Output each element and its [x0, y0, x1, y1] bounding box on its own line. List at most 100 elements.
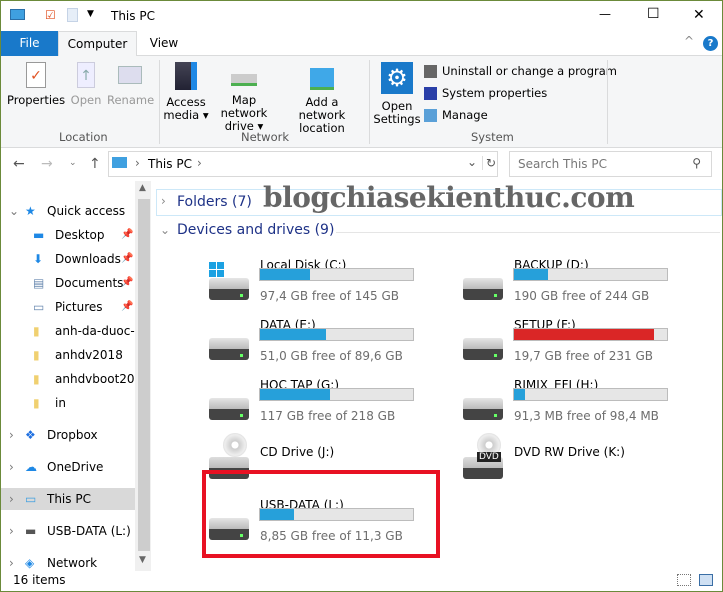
- drive-tile[interactable]: HOC TAP (G:) 117 GB free of 218 GB: [205, 378, 455, 434]
- drive-tile[interactable]: DVD DVD RW Drive (K:): [459, 433, 709, 501]
- add-network-location-button[interactable]: Add a network location: [281, 62, 363, 135]
- drive-usage-bar: [513, 268, 668, 281]
- drive-tile[interactable]: Local Disk (C:) 97,4 GB free of 145 GB: [205, 258, 455, 314]
- collapse-ribbon-icon[interactable]: ^: [684, 34, 694, 48]
- drive-usage-bar: [513, 328, 668, 341]
- expand-chevron-icon[interactable]: ›: [9, 424, 14, 446]
- search-icon: ⚲: [692, 156, 701, 170]
- scroll-down-icon[interactable]: ▼: [139, 555, 146, 565]
- chevron-down-icon: ⌄: [160, 223, 171, 237]
- uninstall-program-button[interactable]: Uninstall or change a program: [424, 64, 617, 78]
- large-icons-view-icon[interactable]: [699, 574, 713, 586]
- access-media-button[interactable]: Access media ▾: [163, 62, 209, 122]
- map-network-drive-button[interactable]: Map network drive ▾: [209, 62, 279, 133]
- back-button[interactable]: ←: [13, 156, 25, 172]
- recent-locations-icon[interactable]: ⌄: [69, 158, 77, 168]
- pin-icon[interactable]: 📌: [121, 296, 133, 318]
- drive-usage-bar: [259, 328, 414, 341]
- folder-icon: ▮: [33, 348, 40, 362]
- nav-item-downloads[interactable]: ⬇ Downloads 📌: [1, 248, 135, 270]
- nav-item-usb-data[interactable]: › ▬ USB-DATA (L:): [1, 520, 135, 542]
- minimize-button[interactable]: —: [599, 7, 611, 21]
- open-settings-button[interactable]: ⚙ Open Settings: [373, 62, 421, 126]
- divider: [159, 60, 160, 144]
- nav-scroll-thumb[interactable]: [138, 199, 150, 551]
- help-icon[interactable]: ?: [703, 36, 718, 51]
- drive-usage-bar: [513, 388, 668, 401]
- drive-usage-bar: [259, 268, 414, 281]
- tab-view[interactable]: View: [141, 31, 187, 56]
- nav-item-folder[interactable]: ▮ anhdvboot2018: [1, 368, 135, 390]
- details-view-icon[interactable]: [677, 574, 691, 586]
- nav-item-folder[interactable]: ▮ in: [1, 392, 135, 414]
- devices-group-header[interactable]: ⌄ Devices and drives (9): [156, 221, 722, 243]
- expand-chevron-icon[interactable]: ›: [9, 456, 14, 478]
- drive-free-space: 117 GB free of 218 GB: [260, 409, 396, 423]
- drive-usage-fill: [514, 389, 525, 400]
- manage-label: Manage: [442, 108, 488, 122]
- tab-computer[interactable]: Computer: [58, 31, 137, 57]
- folder-icon: ▮: [33, 372, 40, 386]
- search-input[interactable]: Search This PC ⚲: [509, 151, 712, 177]
- qat-dropdown-icon[interactable]: ▼: [87, 9, 94, 19]
- breadcrumb-this-pc[interactable]: This PC: [148, 157, 192, 171]
- drive-usage-fill: [260, 269, 311, 280]
- open-button[interactable]: ↑ Open: [67, 62, 105, 107]
- tab-file[interactable]: File: [1, 31, 58, 56]
- system-properties-button[interactable]: System properties: [424, 86, 547, 100]
- address-bar[interactable]: › This PC › ⌄ ↻: [108, 151, 498, 177]
- nav-item-folder[interactable]: ▮ anh-da-duoc-g: [1, 320, 135, 342]
- nav-item-label: Documents: [55, 276, 124, 290]
- drive-tile[interactable]: SETUP (F:) 19,7 GB free of 231 GB: [459, 318, 709, 374]
- nav-item-documents[interactable]: ▤ Documents 📌: [1, 272, 135, 294]
- expand-chevron-icon[interactable]: ›: [9, 488, 14, 510]
- pin-icon[interactable]: 📌: [121, 272, 133, 294]
- drive-tile[interactable]: BACKUP (D:) 190 GB free of 244 GB: [459, 258, 709, 314]
- expanded-chevron-icon[interactable]: ⌄: [9, 200, 19, 222]
- manage-button[interactable]: Manage: [424, 108, 488, 122]
- folder-icon: ▮: [33, 396, 40, 410]
- properties-button[interactable]: ✓ Properties: [7, 62, 65, 107]
- scroll-up-icon[interactable]: ▲: [139, 183, 146, 193]
- nav-item-pictures[interactable]: ▭ Pictures 📌: [1, 296, 135, 318]
- pin-icon[interactable]: 📌: [121, 248, 133, 270]
- folder-icon: ▮: [33, 324, 40, 338]
- nav-item-label: in: [55, 396, 66, 410]
- nav-item-dropbox[interactable]: › ❖ Dropbox: [1, 424, 135, 446]
- nav-item-this-pc[interactable]: › ▭ This PC: [1, 488, 135, 510]
- divider: [369, 60, 370, 144]
- breadcrumb-separator: ›: [135, 156, 140, 170]
- divider: [336, 232, 720, 233]
- drive-tile[interactable]: RIMIX_EFI (H:) 91,3 MB free of 98,4 MB: [459, 378, 709, 434]
- properties-qat-icon[interactable]: ☑: [45, 8, 56, 22]
- nav-item-desktop[interactable]: ▬ Desktop 📌: [1, 224, 135, 246]
- window-title: This PC: [111, 9, 155, 23]
- drive-usage-fill: [514, 329, 654, 340]
- address-dropdown-icon[interactable]: ⌄: [467, 155, 477, 169]
- up-button[interactable]: ↑: [89, 156, 101, 172]
- nav-item-label: Downloads: [55, 252, 121, 266]
- access-media-label: Access media ▾: [163, 95, 209, 122]
- folders-header-label: Folders (7): [177, 194, 252, 210]
- this-pc-icon: [112, 157, 127, 168]
- network-location-icon: [310, 68, 334, 90]
- nav-item-onedrive[interactable]: › ☁ OneDrive: [1, 456, 135, 478]
- new-folder-qat-icon[interactable]: [67, 8, 78, 22]
- open-settings-label: Open Settings: [373, 99, 421, 126]
- close-button[interactable]: ✕: [693, 7, 705, 23]
- maximize-button[interactable]: ☐: [647, 6, 660, 22]
- settings-gear-icon: ⚙: [381, 62, 413, 94]
- rename-button[interactable]: Rename: [107, 62, 154, 107]
- forward-button[interactable]: →: [41, 156, 53, 172]
- nav-item-folder[interactable]: ▮ anhdv2018: [1, 344, 135, 366]
- refresh-icon[interactable]: ↻: [482, 156, 496, 170]
- drive-tile[interactable]: DATA (E:) 51,0 GB free of 89,6 GB: [205, 318, 455, 374]
- hard-drive-icon: [463, 398, 503, 420]
- status-bar: 16 items: [1, 571, 722, 591]
- documents-icon: ▤: [33, 276, 45, 290]
- pin-icon[interactable]: 📌: [121, 224, 133, 246]
- nav-item-quick-access[interactable]: ⌄ ★ Quick access: [1, 200, 135, 222]
- this-pc-icon: ▭: [25, 492, 37, 506]
- expand-chevron-icon[interactable]: ›: [9, 520, 14, 542]
- drive-free-space: 190 GB free of 244 GB: [514, 289, 650, 303]
